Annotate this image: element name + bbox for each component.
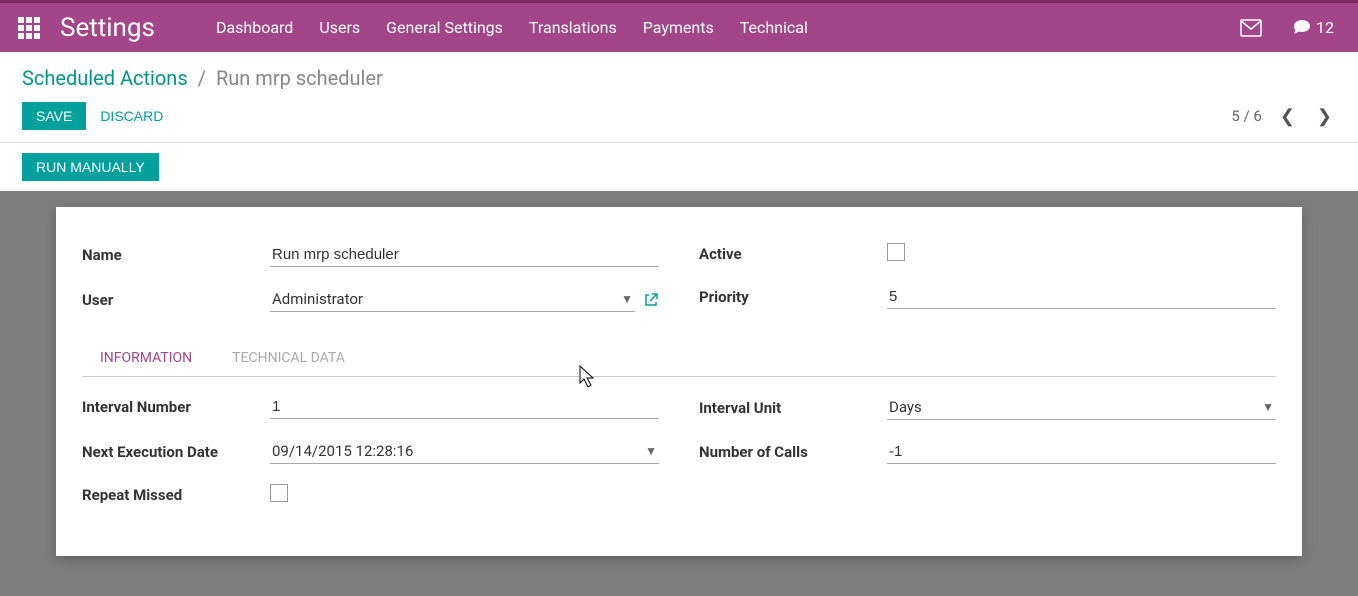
mail-icon[interactable] xyxy=(1240,19,1262,37)
save-button[interactable]: Save xyxy=(22,102,86,130)
tabs: Information Technical Data xyxy=(82,342,1276,377)
breadcrumb-current: Run mrp scheduler xyxy=(216,66,383,90)
label-interval-number: Interval Number xyxy=(82,398,270,416)
user-select[interactable]: Administrator ▼ xyxy=(270,287,635,312)
messages-count: 12 xyxy=(1316,18,1334,37)
pager-text: 5 / 6 xyxy=(1231,107,1262,125)
notebook: Information Technical Data Interval Numb… xyxy=(82,342,1276,506)
label-number-of-calls: Number of Calls xyxy=(699,443,887,461)
secondary-actions: Run Manually xyxy=(0,143,1358,191)
breadcrumb: Scheduled Actions / Run mrp scheduler xyxy=(22,66,1336,90)
interval-unit-select[interactable]: Days ▼ xyxy=(887,395,1276,420)
external-link-icon[interactable] xyxy=(643,292,659,308)
run-manually-button[interactable]: Run Manually xyxy=(22,153,159,181)
priority-input[interactable] xyxy=(887,285,1276,309)
control-area: Scheduled Actions / Run mrp scheduler Sa… xyxy=(0,52,1358,143)
next-execution-date-input[interactable]: 09/14/2015 12:28:16 ▼ xyxy=(270,439,659,464)
topbar-right: 12 xyxy=(1240,18,1334,38)
tab-technical-data[interactable]: Technical Data xyxy=(218,342,359,376)
active-checkbox[interactable] xyxy=(887,243,905,261)
label-name: Name xyxy=(82,246,270,264)
label-active: Active xyxy=(699,245,887,263)
menu-general-settings[interactable]: General Settings xyxy=(373,18,516,37)
label-next-execution: Next Execution Date xyxy=(82,443,270,461)
menu-users[interactable]: Users xyxy=(306,18,373,37)
caret-down-icon[interactable]: ▼ xyxy=(621,292,633,306)
actions-row: Save Discard 5 / 6 ❮ ❯ xyxy=(22,102,1336,130)
pager: 5 / 6 ❮ ❯ xyxy=(1231,104,1336,129)
pager-prev-icon[interactable]: ❮ xyxy=(1276,104,1299,129)
next-execution-value: 09/14/2015 12:28:16 xyxy=(272,442,645,460)
sheet-wrap: Name User Administrator ▼ xyxy=(0,191,1358,596)
menu-dashboard[interactable]: Dashboard xyxy=(203,18,306,37)
menu-payments[interactable]: Payments xyxy=(630,18,727,37)
topbar: Settings Dashboard Users General Setting… xyxy=(0,0,1358,52)
tab-content-information: Interval Number Next Execution Date 09/1… xyxy=(82,377,1276,506)
name-input[interactable] xyxy=(270,243,659,267)
page-title: Settings xyxy=(60,13,155,43)
caret-down-icon[interactable]: ▼ xyxy=(645,444,657,458)
number-of-calls-input[interactable] xyxy=(887,440,1276,464)
breadcrumb-separator: / xyxy=(198,66,206,90)
caret-down-icon[interactable]: ▼ xyxy=(1262,400,1274,414)
label-repeat-missed: Repeat Missed xyxy=(82,486,270,504)
breadcrumb-parent[interactable]: Scheduled Actions xyxy=(22,66,188,90)
label-interval-unit: Interval Unit xyxy=(699,399,887,417)
repeat-missed-checkbox[interactable] xyxy=(270,484,288,502)
label-user: User xyxy=(82,291,270,309)
user-value: Administrator xyxy=(272,290,621,308)
label-priority: Priority xyxy=(699,288,887,306)
messages-icon[interactable]: 12 xyxy=(1292,18,1334,38)
apps-icon[interactable] xyxy=(18,17,40,39)
menu-translations[interactable]: Translations xyxy=(516,18,630,37)
interval-unit-value: Days xyxy=(889,398,1262,416)
interval-number-input[interactable] xyxy=(270,395,659,419)
pager-next-icon[interactable]: ❯ xyxy=(1313,104,1336,129)
menu-technical[interactable]: Technical xyxy=(727,18,821,37)
tab-information[interactable]: Information xyxy=(86,342,206,376)
form-sheet: Name User Administrator ▼ xyxy=(56,207,1302,556)
top-menu: Dashboard Users General Settings Transla… xyxy=(203,18,821,37)
discard-button[interactable]: Discard xyxy=(86,102,177,130)
